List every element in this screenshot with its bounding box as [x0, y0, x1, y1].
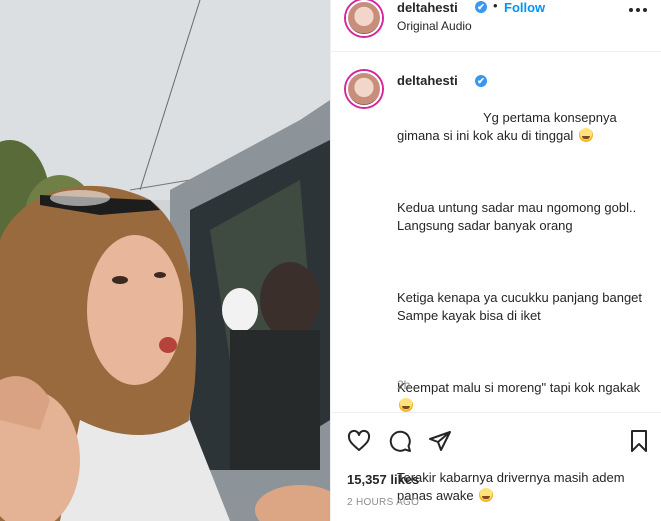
caption-avatar[interactable] [346, 71, 382, 107]
caption-paragraph-2: Kedua untung sadar mau ngomong gobl.. La… [397, 200, 637, 233]
likes-count[interactable]: 15,357 likes [347, 472, 419, 487]
post-actions: 15,357 likes 2 HOURS AGO [331, 412, 661, 521]
original-audio-link[interactable]: Original Audio [397, 19, 472, 33]
laughing-emoji-icon [399, 398, 413, 412]
heart-icon[interactable] [347, 429, 371, 453]
post-detail-panel: deltahesti ✔ • Follow Original Audio del… [330, 0, 661, 521]
caption-paragraph-3: Ketiga kenapa ya cucukku panjang banget … [397, 290, 643, 323]
post-header: deltahesti ✔ • Follow Original Audio [331, 0, 661, 52]
separator-dot: • [493, 0, 498, 13]
comment-icon[interactable] [388, 429, 412, 453]
video-frame [0, 0, 330, 521]
caption-line-1: Yg pertama konsepnya gimana si ini kok a… [397, 110, 621, 143]
bookmark-icon[interactable] [627, 429, 651, 453]
avatar[interactable] [346, 0, 382, 36]
posted-time: 2 HOURS AGO [347, 497, 420, 508]
more-horizontal-icon[interactable] [629, 8, 647, 14]
laughing-emoji-icon [578, 128, 593, 142]
header-username[interactable]: deltahesti [397, 0, 458, 15]
send-icon[interactable] [428, 429, 452, 453]
caption-time: 2h [397, 378, 411, 392]
caption-paragraph-4: Keempat malu si moreng" tapi kok ngakak [397, 379, 647, 415]
post-video[interactable] [0, 0, 330, 521]
verified-badge-icon: ✔ [475, 1, 487, 13]
follow-button[interactable]: Follow [504, 0, 545, 15]
